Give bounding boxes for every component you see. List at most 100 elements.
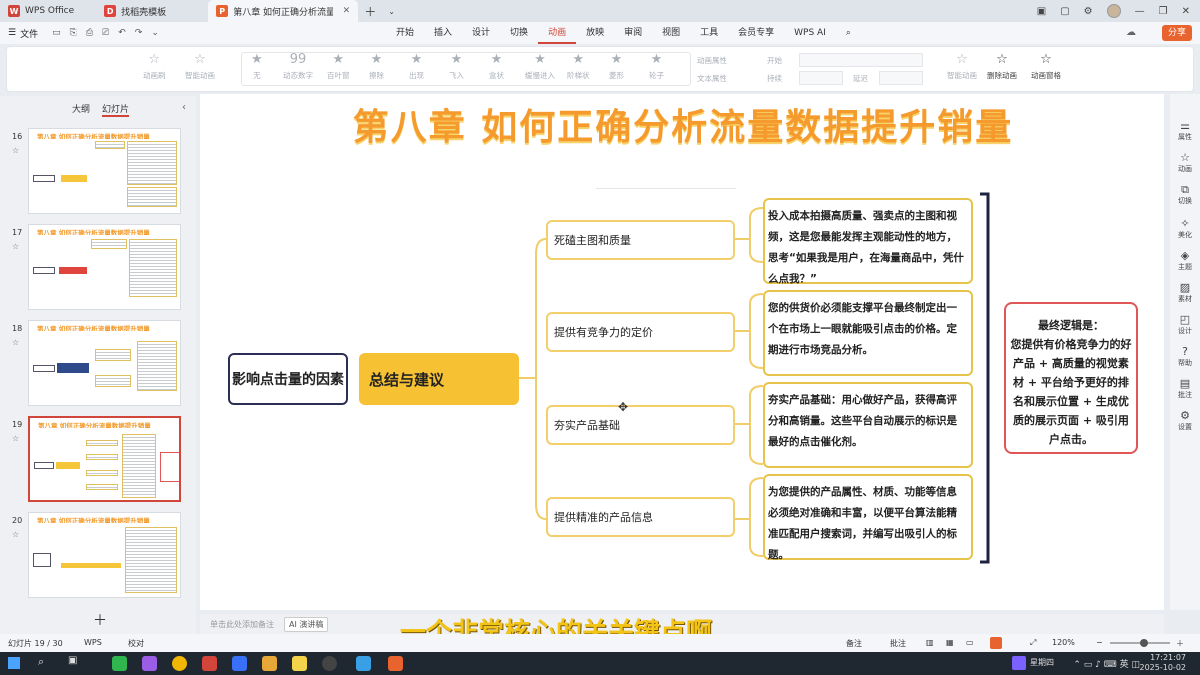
beautify-side-button[interactable]: ✧ 美化 (1170, 218, 1200, 240)
effect-attr-dropdown[interactable]: 动画属性 (697, 55, 727, 66)
system-tray[interactable]: ⌃ ▭ ♪ ⌨ 英 ◫ (1073, 657, 1140, 670)
assets-side-button[interactable]: ▨ 素材 (1170, 282, 1200, 304)
menu-tab-tools[interactable]: 工具 (690, 22, 728, 44)
animation-side-button[interactable]: ☆ 动画 (1170, 152, 1200, 174)
animation-appear[interactable]: ★ 出现 (409, 53, 424, 81)
save-icon[interactable]: ▭ (52, 28, 61, 38)
export-icon[interactable]: ⎘ (70, 28, 77, 38)
animation-number[interactable]: 99 动态数字 (283, 53, 313, 81)
tab-slides[interactable]: 幻灯片 (102, 102, 130, 117)
branch-node-2[interactable]: 提供有竞争力的定价 (546, 312, 735, 352)
start-icon[interactable] (8, 657, 20, 669)
animation-fly-in[interactable]: ★ 飞入 (449, 53, 464, 81)
animation-none[interactable]: ★ 无 (251, 53, 263, 81)
smart-animation-button[interactable]: ☆ 智能动画 (185, 53, 215, 81)
sorter-view-icon[interactable]: ▦ (946, 638, 954, 647)
file-menu[interactable]: ☰ 文件 (0, 27, 38, 40)
notes-toggle[interactable]: 备注 (846, 638, 862, 649)
branch-node-4[interactable]: 提供精准的产品信息 (546, 497, 735, 537)
animation-wheel[interactable]: ★ 轮子 (649, 53, 664, 81)
menu-tab-transition[interactable]: 切换 (500, 22, 538, 44)
tab-template[interactable]: D 找稻壳模板 (96, 0, 174, 22)
ai-speech-button[interactable]: AI 演讲稿 (284, 617, 329, 632)
delay-field[interactable]: 延迟 (853, 73, 868, 84)
delete-animation-button[interactable]: ☆ 删除动画 (987, 53, 1017, 81)
notes-placeholder[interactable]: 单击此处添加备注 (210, 619, 274, 630)
search-icon[interactable]: ⌕ (836, 22, 861, 44)
zoom-level[interactable]: 120% (1052, 638, 1075, 647)
redo-icon[interactable]: ↷ (135, 28, 143, 38)
menu-tab-animation[interactable]: 动画 (538, 22, 577, 44)
settings-side-button[interactable]: ⚙ 设置 (1170, 410, 1200, 432)
task-view-icon[interactable]: ▣ (68, 655, 77, 666)
menu-tab-insert[interactable]: 插入 (424, 22, 462, 44)
fit-icon[interactable]: ⤢ (1030, 638, 1036, 648)
print-preview-icon[interactable]: ⎚ (102, 28, 109, 38)
menu-tab-design[interactable]: 设计 (462, 22, 500, 44)
properties-button[interactable]: ⚌ 属性 (1170, 120, 1200, 142)
comment-side-button[interactable]: ▤ 批注 (1170, 378, 1200, 400)
duration-input[interactable] (799, 71, 843, 85)
chrome-icon[interactable] (172, 656, 187, 671)
proofread-button[interactable]: 校对 (128, 638, 144, 649)
menu-tab-home[interactable]: 开始 (386, 22, 424, 44)
minimize-icon[interactable]: — (1135, 6, 1145, 17)
theme-side-button[interactable]: ◈ 主题 (1170, 250, 1200, 272)
cloud-sync-icon[interactable]: ☁ (1126, 22, 1136, 44)
print-icon[interactable]: ⎙ (86, 28, 93, 38)
play-slideshow-button[interactable] (990, 637, 1002, 649)
clock[interactable]: 17:21:07 2025-10-02 (1140, 653, 1187, 673)
detail-box-1[interactable]: 投入成本拍摄高质量、强卖点的主图和视频，这是您最能发挥主观能动性的地方，思考“如… (763, 198, 973, 285)
start-select[interactable] (799, 53, 923, 67)
final-logic-box[interactable]: 最终逻辑是： 您提供有价格竞争力的好产品 + 高质量的视觉素材 + 平台给予更好… (1004, 302, 1138, 454)
skin-icon[interactable]: ▣ (1037, 6, 1046, 17)
app-icon[interactable] (356, 656, 371, 671)
folder-icon[interactable] (292, 656, 307, 671)
settings-icon[interactable]: ⚙ (1084, 6, 1093, 17)
menu-tab-review[interactable]: 审阅 (614, 22, 652, 44)
zoom-out-icon[interactable]: − (1096, 638, 1103, 647)
new-tab-icon[interactable]: ＋ (358, 3, 382, 20)
avatar[interactable] (1106, 4, 1121, 18)
animation-crawl-in[interactable]: ★ 缓慢进入 (525, 53, 555, 81)
tab-document[interactable]: P 第八章 如何正确分析流量数据 ✕ (208, 0, 359, 22)
animation-wipe[interactable]: ★ 擦除 (369, 53, 384, 81)
detail-box-4[interactable]: 为您提供的产品属性、材质、功能等信息必须绝对准确和丰富，以便平台算法能精准匹配用… (763, 474, 973, 561)
slide-thumbnail-19[interactable]: 第八章 如何正确分析流量数据提升销量 (28, 416, 181, 502)
recorder-icon[interactable] (322, 656, 337, 671)
animation-blinds[interactable]: ★ 百叶窗 (327, 53, 350, 81)
menu-tab-view[interactable]: 视图 (652, 22, 690, 44)
animation-diamond[interactable]: ★ 菱形 (609, 53, 624, 81)
detail-box-2[interactable]: 您的供货价必须能支撑平台最终制定出一个在市场上一眼就能吸引点击的价格。定期进行市… (763, 290, 973, 376)
start-dropdown[interactable]: 开始 (767, 55, 782, 66)
tab-wps-office[interactable]: W WPS Office (0, 0, 82, 22)
root-node[interactable]: 影响点击量的因素 (228, 353, 348, 405)
branch-node-3[interactable]: 夯实产品基础 (546, 405, 735, 445)
collapse-panel-icon[interactable]: ‹ (182, 102, 186, 113)
maximize-icon[interactable]: ❐ (1159, 6, 1168, 17)
text-attr-dropdown[interactable]: 文本属性 (697, 73, 727, 84)
wps-status[interactable]: WPS (84, 638, 102, 647)
slide-thumbnail-17[interactable]: 第八章 如何正确分析流量数据提升销量 (28, 224, 181, 310)
add-slide-icon[interactable]: ＋ (93, 610, 107, 630)
slide-thumbnail-16[interactable]: 第八章 如何正确分析流量数据提升销量 (28, 128, 181, 214)
slide-thumbnail-18[interactable]: 第八章 如何正确分析流量数据提升销量 (28, 320, 181, 406)
app-icon[interactable] (142, 656, 157, 671)
tab-list-icon[interactable]: ⌄ (382, 7, 401, 16)
ai-app-icon[interactable] (232, 656, 247, 671)
transition-side-button[interactable]: ⧉ 切换 (1170, 184, 1200, 206)
share-button[interactable]: 分享 (1161, 25, 1192, 41)
calendar-icon[interactable] (1012, 656, 1026, 670)
zoom-in-icon[interactable]: ＋ (1176, 638, 1184, 649)
normal-view-icon[interactable]: ▥ (926, 638, 934, 647)
undo-icon[interactable]: ↶ (118, 28, 126, 38)
animation-box[interactable]: ★ 盒状 (489, 53, 504, 81)
app-icon[interactable] (388, 656, 403, 671)
smart-animation-right-button[interactable]: ☆ 智能动画 (947, 53, 977, 81)
delay-input[interactable] (879, 71, 923, 85)
wechat-icon[interactable] (112, 656, 127, 671)
window-icon[interactable]: ▢ (1060, 6, 1069, 17)
slide-canvas[interactable]: 第八章 如何正确分析流量数据提升销量 影响点击量的因素 总结与建议 死磕主图和质… (200, 94, 1164, 610)
app-icon[interactable] (262, 656, 277, 671)
animation-strips[interactable]: ★ 阶梯状 (567, 53, 590, 81)
